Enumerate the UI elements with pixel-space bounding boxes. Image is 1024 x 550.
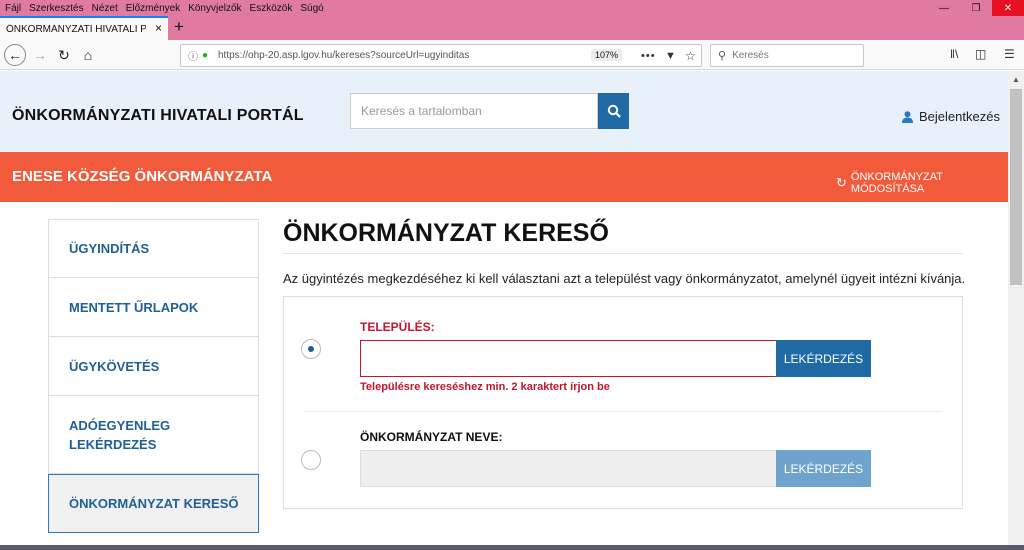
change-municipality-link[interactable]: ↻ ÖNKORMÁNYZAT MÓDOSÍTÁSA [836, 171, 1008, 195]
refresh-icon: ↻ [836, 175, 847, 190]
content-search-input[interactable]: Keresés a tartalomban [350, 93, 598, 129]
settlement-error: Településre kereséshez min. 2 karaktert … [360, 381, 610, 393]
menu-bar: Fájl Szerkesztés Nézet Előzmények Könyvj… [0, 0, 1024, 16]
change-municipality-label: ÖNKORMÁNYZAT MÓDOSÍTÁSA [850, 171, 943, 195]
minimize-icon[interactable]: — [928, 0, 960, 16]
municipality-name-label: ÖNKORMÁNYZAT NEVE: [360, 430, 503, 444]
restore-icon[interactable]: ❐ [960, 0, 992, 16]
tab-title: ÖNKORMÁNYZATI HIVATALI PORT [6, 23, 146, 35]
url-text: https://ohp-20.asp.lgov.hu/kereses?sourc… [218, 50, 470, 61]
portal-title[interactable]: ÖNKORMÁNYZATI HIVATALI PORTÁL [12, 107, 304, 125]
intro-text: Az ügyintézés megkezdéséhez ki kell vála… [283, 271, 966, 286]
tab-bar: ÖNKORMÁNYZATI HIVATALI PORT × + [0, 16, 1024, 40]
portal-header: ÖNKORMÁNYZATI HIVATALI PORTÁL Keresés a … [0, 71, 1008, 152]
zoom-badge[interactable]: 107% [591, 49, 623, 61]
user-icon [902, 110, 913, 123]
tab-close-icon[interactable]: × [155, 21, 162, 35]
search-panel: TELEPÜLÉS: LEKÉRDEZÉS Településre keresé… [283, 296, 963, 509]
library-icon[interactable]: ‖\ [950, 47, 958, 61]
content-search-button[interactable] [598, 93, 629, 129]
sidebar-item-label: ÖNKORMÁNYZAT KERESŐ [69, 496, 239, 511]
sidebar-item-label: MENTETT ŰRLAPOK [69, 299, 199, 315]
municipality-name-input[interactable] [360, 450, 778, 487]
sidebar-item-label: ADÓEGYENLEG LEKÉRDEZÉS [69, 417, 171, 452]
page-actions-icon[interactable]: ••• [641, 50, 656, 62]
page-title: ÖNKORMÁNYZAT KERESŐ [283, 219, 609, 247]
forward-icon[interactable]: → [30, 45, 50, 65]
bookmark-star-icon[interactable]: ☆ [685, 49, 696, 63]
info-icon[interactable]: ⓘ [188, 48, 202, 63]
radio-settlement[interactable] [301, 339, 321, 359]
sidebar-item-tax-balance[interactable]: ADÓEGYENLEG LEKÉRDEZÉS [48, 396, 259, 474]
nav-bar: ← → ↻ ⌂ ⓘ ● https://ohp-20.asp.lgov.hu/k… [0, 40, 1024, 70]
browser-search-placeholder: Keresés [732, 50, 769, 61]
sidebar-item-label: ÜGYINDÍTÁS [69, 241, 150, 256]
menu-help[interactable]: Súgó [297, 3, 326, 14]
reload-icon[interactable]: ↻ [54, 45, 74, 65]
menu-view[interactable]: Nézet [89, 3, 121, 14]
page-scrollbar[interactable]: ▲ [1008, 71, 1024, 545]
search-icon [607, 104, 621, 118]
sidebar-item-case-tracking[interactable]: ÜGYKÖVETÉS [48, 337, 259, 396]
sidebar-toggle-icon[interactable]: ◫ [975, 47, 986, 61]
tab-active[interactable]: ÖNKORMÁNYZATI HIVATALI PORT × [0, 16, 168, 40]
browser-search-field[interactable]: ⚲ Keresés [710, 44, 864, 67]
window-controls: — ❐ ✕ [928, 0, 1024, 16]
sidebar-nav: ÜGYINDÍTÁS MENTETT ŰRLAPOK ÜGYKÖVETÉS AD… [48, 219, 259, 533]
search-icon: ⚲ [718, 50, 727, 62]
browser-window: Fájl Szerkesztés Nézet Előzmények Könyvj… [0, 0, 1024, 550]
taskbar-strip [0, 545, 1024, 550]
back-icon[interactable]: ← [4, 44, 26, 66]
radio-municipality-name[interactable] [301, 450, 321, 470]
municipality-title: ENESE KÖZSÉG ÖNKORMÁNYZATA [12, 168, 273, 185]
menu-tools[interactable]: Eszközök [247, 3, 296, 14]
heading-divider [283, 253, 963, 254]
sidebar-item-label: ÜGYKÖVETÉS [69, 358, 160, 374]
option-divider [304, 411, 942, 412]
settlement-query-button[interactable]: LEKÉRDEZÉS [776, 340, 871, 377]
url-bar[interactable]: ⓘ ● https://ohp-20.asp.lgov.hu/kereses?s… [180, 44, 702, 67]
settlement-label: TELEPÜLÉS: [360, 320, 435, 334]
scrollbar-thumb[interactable] [1010, 89, 1022, 285]
new-tab-icon[interactable]: + [174, 17, 184, 37]
settlement-input[interactable] [360, 340, 778, 377]
municipality-band: ENESE KÖZSÉG ÖNKORMÁNYZATA ↻ ÖNKORMÁNYZA… [0, 152, 1008, 202]
sidebar-item-saved-forms[interactable]: MENTETT ŰRLAPOK [48, 278, 259, 337]
hamburger-menu-icon[interactable]: ☰ [1004, 47, 1015, 61]
lock-icon: ● [202, 50, 209, 61]
home-icon[interactable]: ⌂ [78, 45, 98, 65]
municipality-query-button[interactable]: LEKÉRDEZÉS [776, 450, 871, 487]
page-viewport: ÖNKORMÁNYZATI HIVATALI PORTÁL Keresés a … [0, 71, 1008, 545]
radio-selected-dot [308, 346, 314, 352]
login-label: Bejelentkezés [919, 109, 1000, 124]
menu-edit[interactable]: Szerkesztés [26, 3, 86, 14]
menu-file[interactable]: Fájl [2, 3, 24, 14]
menu-bookmarks[interactable]: Könyvjelzők [185, 3, 244, 14]
menu-history[interactable]: Előzmények [123, 3, 183, 14]
pocket-icon[interactable]: ▼ [665, 50, 676, 62]
sidebar-item-ugyinditas[interactable]: ÜGYINDÍTÁS [48, 219, 259, 278]
sidebar-item-municipality-search[interactable]: ÖNKORMÁNYZAT KERESŐ [48, 474, 259, 533]
scroll-up-icon[interactable]: ▲ [1008, 71, 1024, 87]
content-search-placeholder: Keresés a tartalomban [361, 104, 482, 118]
login-link[interactable]: Bejelentkezés [902, 109, 1000, 124]
close-window-icon[interactable]: ✕ [992, 0, 1024, 16]
